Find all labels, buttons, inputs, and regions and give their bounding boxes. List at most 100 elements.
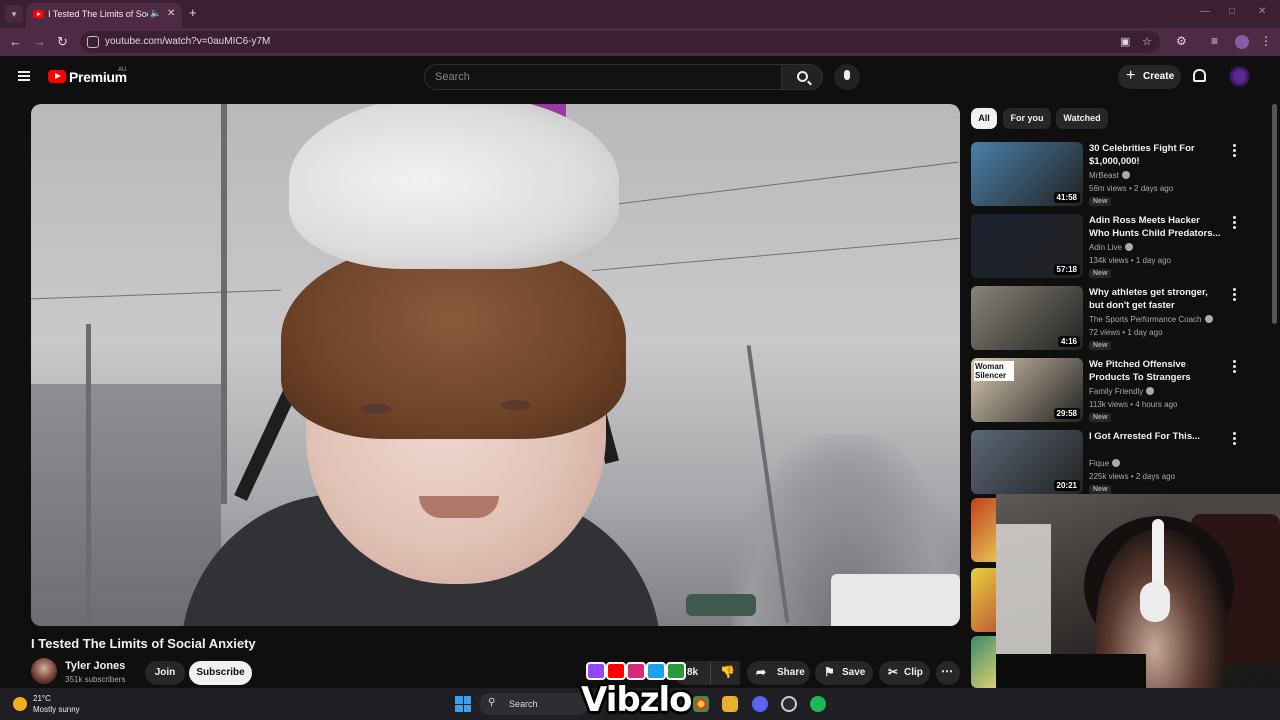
scrollbar-thumb[interactable] (1272, 104, 1277, 324)
video-building (31, 384, 221, 626)
new-tab-icon[interactable]: + (189, 5, 197, 20)
browser-menu-icon[interactable]: ⋮ (1260, 34, 1272, 48)
instagram-icon (626, 662, 646, 680)
partial-thumbnail[interactable] (971, 568, 996, 632)
share-button[interactable]: ➦ Share (747, 661, 810, 685)
more-actions-button[interactable]: ⋯ (936, 661, 960, 685)
recommendation-title[interactable]: Adin Ross Meets Hacker Who Hunts Child P… (1089, 214, 1223, 240)
recommendation-meta: 56m views • 2 days ago (1089, 184, 1174, 193)
url-text: youtube.com/watch?v=0auMIC6-y7M (105, 36, 271, 47)
forward-icon[interactable]: → (33, 34, 46, 49)
media-controls-icon[interactable]: ≡ (1211, 34, 1218, 48)
profile-avatar-icon[interactable] (1235, 35, 1249, 49)
channel-avatar[interactable] (31, 658, 57, 684)
video-player[interactable] (31, 104, 960, 626)
tab-title: I Tested The Limits of Social Anxiety (48, 9, 148, 19)
taskbar-search-label: Search (509, 699, 538, 709)
windows-start-icon[interactable] (455, 696, 471, 712)
discord-icon[interactable] (752, 696, 768, 712)
menu-icon[interactable] (18, 71, 30, 81)
recommendation-title[interactable]: I Got Arrested For This... (1089, 430, 1223, 443)
recommendation-thumbnail[interactable]: 57:18 (971, 214, 1083, 278)
video-car (686, 594, 756, 616)
partial-thumbnail[interactable] (971, 636, 996, 688)
more-vertical-icon[interactable] (1229, 360, 1239, 374)
recommendation-channel[interactable]: Adin Live (1089, 243, 1133, 252)
webcam-wall (996, 524, 1051, 654)
chip-watched[interactable]: Watched (1056, 108, 1108, 129)
create-button[interactable]: + Create (1118, 65, 1181, 89)
kick-icon (666, 662, 686, 680)
create-label: Create (1143, 71, 1175, 82)
minimize-icon[interactable]: — (1200, 6, 1210, 17)
audio-playing-icon[interactable]: 🔈 (150, 8, 161, 19)
streamer-webcam (996, 494, 1280, 720)
save-button[interactable]: ⚑ Save (815, 661, 873, 685)
weather-description[interactable]: Mostly sunny (33, 705, 80, 714)
weather-temperature[interactable]: 21°C (33, 694, 51, 703)
chrome-icon[interactable] (693, 696, 709, 712)
recommendation-item[interactable]: 20:21 I Got Arrested For This... Fique 225k… (971, 430, 1261, 494)
recommendation-thumbnail[interactable]: 41:58 (971, 142, 1083, 206)
subscribe-button[interactable]: Subscribe (189, 661, 252, 685)
youtube-logo-icon[interactable] (48, 70, 66, 83)
recommendation-thumbnail[interactable]: 29:58 Woman Silencer (971, 358, 1083, 422)
account-avatar[interactable] (1229, 66, 1250, 87)
steam-icon[interactable] (781, 696, 797, 712)
partial-thumbnail[interactable] (971, 498, 996, 562)
dislike-button[interactable]: 👎 (710, 661, 740, 685)
back-icon[interactable]: ← (9, 34, 22, 49)
recommendation-item[interactable]: 57:18 Adin Ross Meets Hacker Who Hunts Ch… (971, 214, 1261, 278)
recommendation-channel[interactable]: MrBeast (1089, 171, 1130, 180)
more-vertical-icon[interactable] (1229, 216, 1239, 230)
recommendation-channel[interactable]: The Sports Performance Coach (1089, 315, 1213, 324)
join-button[interactable]: Join (145, 661, 185, 685)
taskbar-search[interactable]: ⚲ Search (479, 693, 589, 715)
recommendation-thumbnail[interactable]: 4:16 (971, 286, 1083, 350)
save-label: Save (842, 667, 866, 678)
browser-tab[interactable]: I Tested The Limits of Social Anxiety 🔈 … (26, 3, 182, 28)
recommendation-channel[interactable]: Fique (1089, 459, 1121, 468)
video-wire (31, 289, 281, 300)
chip-for-you[interactable]: For you (1003, 108, 1051, 129)
channel-name[interactable]: Tyler Jones (65, 660, 125, 672)
voice-search-button[interactable] (834, 64, 860, 90)
chip-all[interactable]: All (971, 108, 997, 129)
reload-icon[interactable]: ↻ (57, 34, 68, 50)
notifications-bell-icon[interactable] (1193, 69, 1206, 82)
recommendation-title[interactable]: We Pitched Offensive Products To Strange… (1089, 358, 1223, 384)
sun-icon[interactable] (13, 697, 27, 711)
youtube-favicon-icon (33, 10, 44, 18)
spotify-icon[interactable] (810, 696, 826, 712)
file-explorer-icon[interactable] (722, 696, 738, 712)
close-tab-icon[interactable]: ✕ (167, 8, 175, 19)
more-vertical-icon[interactable] (1229, 144, 1239, 158)
video-eye (361, 404, 391, 414)
recommendation-item[interactable]: 41:58 30 Celebrities Fight For $1,000,000… (971, 142, 1261, 206)
install-app-icon[interactable]: ▣ (1120, 35, 1130, 48)
video-wire (592, 161, 959, 208)
recommendation-channel[interactable]: Family Friendly (1089, 387, 1155, 396)
more-vertical-icon[interactable] (1229, 288, 1239, 302)
recommendation-title[interactable]: 30 Celebrities Fight For $1,000,000! (1089, 142, 1223, 168)
close-window-icon[interactable]: ✕ (1258, 6, 1266, 17)
extensions-icon[interactable]: ⚙ (1176, 34, 1187, 48)
search-button[interactable] (781, 64, 823, 90)
headphone-cup (1140, 582, 1170, 622)
maximize-icon[interactable]: □ (1229, 6, 1235, 17)
recommendation-thumbnail[interactable]: 20:21 (971, 430, 1083, 494)
more-vertical-icon[interactable] (1229, 432, 1239, 446)
clip-button[interactable]: ✂ Clip (879, 661, 930, 685)
search-input[interactable]: Search (424, 64, 782, 90)
new-badge: New (1089, 413, 1112, 422)
like-count: 8k (687, 667, 699, 678)
bookmark-star-icon[interactable]: ☆ (1142, 35, 1152, 48)
duration-badge: 41:58 (1053, 192, 1080, 203)
tab-list-button[interactable]: ▾ (5, 5, 23, 23)
site-info-icon[interactable] (87, 36, 99, 48)
address-bar[interactable]: youtube.com/watch?v=0auMIC6-y7M ▣ ☆ (80, 31, 1160, 53)
recommendation-item[interactable]: 4:16 Why athletes get stronger, but don't… (971, 286, 1261, 350)
recommendation-title[interactable]: Why athletes get stronger, but don't get… (1089, 286, 1223, 312)
recommendation-item[interactable]: 29:58 Woman Silencer We Pitched Offensive … (971, 358, 1261, 422)
youtube-icon (606, 662, 626, 680)
